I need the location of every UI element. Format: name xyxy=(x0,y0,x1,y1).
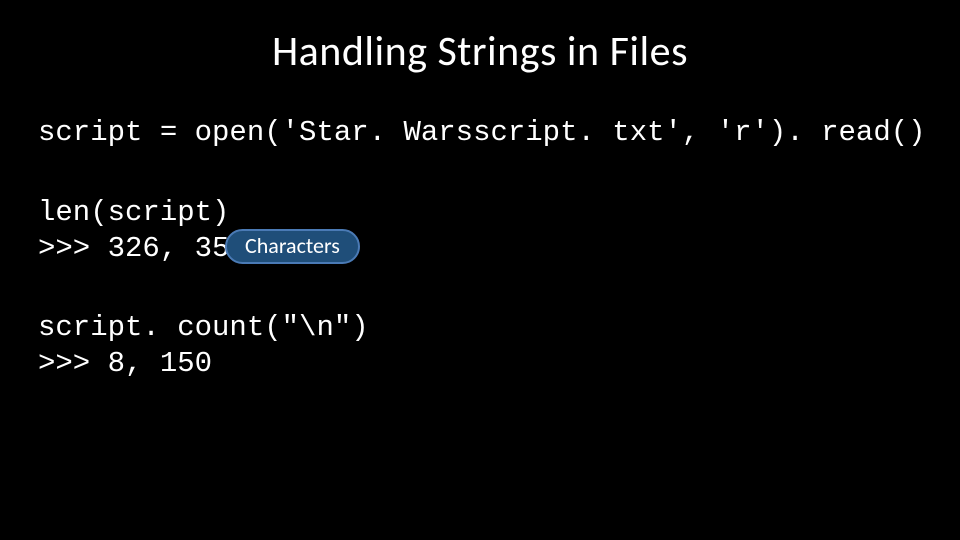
code-line-open: script = open('Star. Warsscript. txt', '… xyxy=(38,115,926,151)
code-block-count: script. count("\n") >>> 8, 150 xyxy=(38,310,369,383)
code-block-len: len(script) >>> 326, 359 xyxy=(38,195,247,268)
characters-badge: Characters xyxy=(225,229,360,264)
slide: Handling Strings in Files script = open(… xyxy=(0,0,960,540)
slide-title: Handling Strings in Files xyxy=(0,26,960,77)
